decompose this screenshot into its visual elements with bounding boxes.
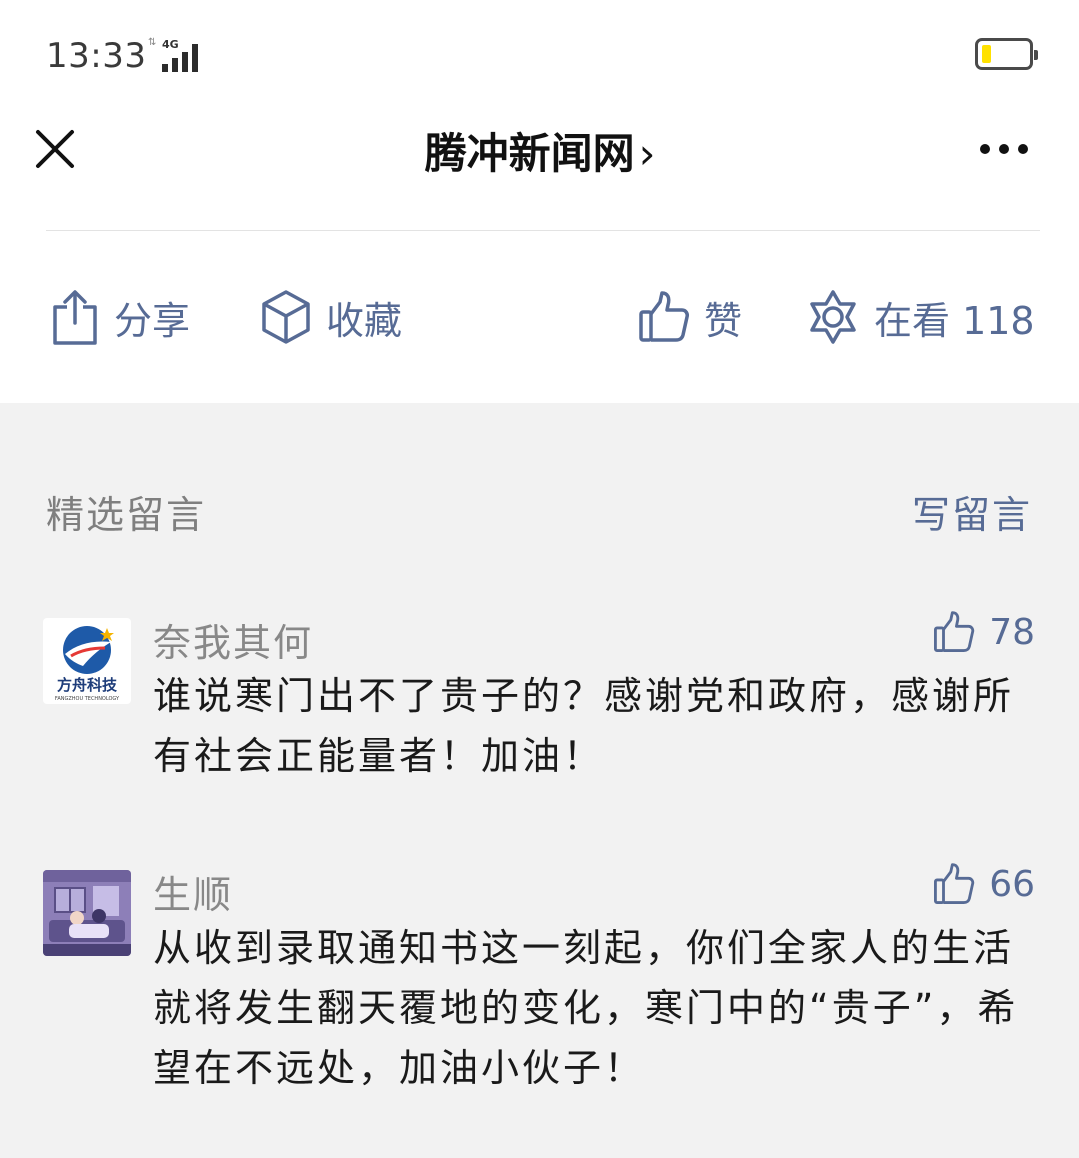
comment-like-button[interactable]: 78 [933, 610, 1035, 654]
comment-like-count: 66 [989, 863, 1035, 905]
thumbs-up-icon [639, 291, 689, 342]
like-label: 赞 [704, 298, 743, 343]
thumbs-up-icon [934, 863, 975, 904]
account-name: 腾冲新闻网 [424, 129, 635, 178]
thumbs-up-icon [934, 611, 975, 652]
network-type: 4G [162, 38, 179, 51]
divider [46, 230, 1040, 231]
comment-text: 从收到录取通知书这一刻起，你们全家人的生活就将发生翻天覆地的变化，寒门中的“贵子… [153, 926, 1019, 1090]
share-icon [53, 290, 97, 345]
favorite-label: 收藏 [326, 298, 403, 343]
close-icon [36, 130, 74, 168]
comment-nickname: 奈我其何 [153, 621, 314, 665]
comment-like-count: 78 [989, 611, 1035, 653]
like-article-button[interactable]: 赞 [638, 284, 742, 350]
featured-comments-title: 精选留言 [46, 493, 207, 537]
status-time: 13:33 [46, 36, 147, 76]
avatar-brand-text: 方舟科技 [57, 676, 118, 694]
avatar[interactable]: 方舟科技 FANGZHOU TECHNOLOGY [43, 618, 131, 704]
comment-text: 谁说寒门出不了贵子的？感谢党和政府，感谢所有社会正能量者！加油！ [153, 674, 1015, 778]
close-button[interactable] [30, 124, 80, 174]
write-comment-button[interactable]: 写留言 [912, 484, 1032, 539]
watching-label: 在看 118 [874, 298, 1035, 343]
more-button[interactable] [972, 132, 1036, 168]
cube-icon [262, 290, 310, 344]
fangzhou-logo-icon: 方舟科技 FANGZHOU TECHNOLOGY [55, 626, 120, 702]
share-button[interactable]: 分享 [50, 284, 190, 350]
account-title[interactable]: 腾冲新闻网› [330, 120, 750, 181]
avatar[interactable] [43, 870, 131, 956]
more-icon [980, 144, 990, 154]
avatar-brand-subtext: FANGZHOU TECHNOLOGY [55, 696, 120, 702]
comment-nickname: 生顺 [153, 873, 234, 917]
comment-like-button[interactable]: 66 [933, 862, 1035, 906]
battery-icon [975, 38, 1038, 70]
illustration-avatar-icon [43, 870, 131, 956]
favorite-button[interactable]: 收藏 [260, 284, 402, 350]
watching-button[interactable]: 在看 118 [806, 284, 1035, 350]
share-label: 分享 [114, 298, 191, 343]
article-footer: 13:33 ⇅ 4G 腾冲新闻网› 分享 收藏 赞 在看 118 [0, 0, 1079, 403]
signal-icon: ⇅ 4G [148, 38, 212, 72]
star-of-david-icon [810, 290, 856, 344]
chevron-right-icon: › [638, 129, 656, 178]
data-arrows-icon: ⇅ [148, 37, 157, 48]
